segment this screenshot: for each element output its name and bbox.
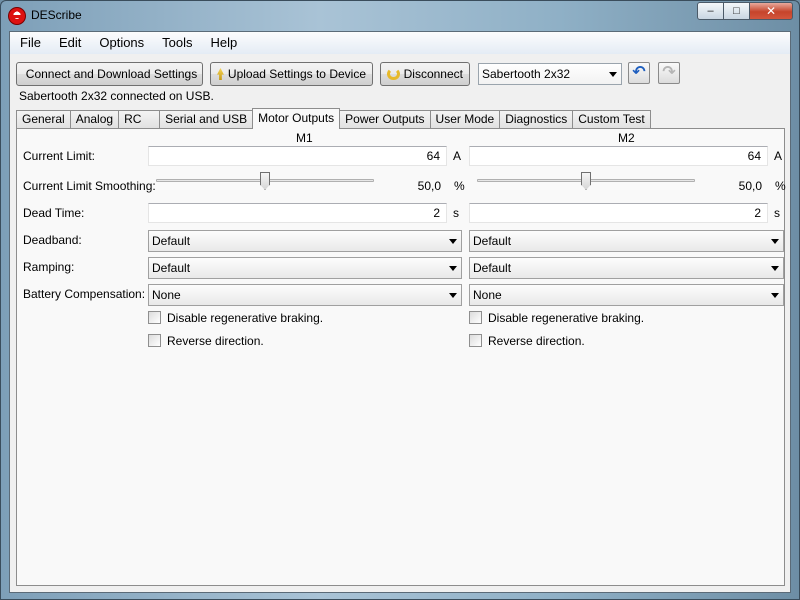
tab-general[interactable]: General	[16, 110, 71, 128]
m1-dead-time-unit: s	[453, 206, 459, 220]
connection-status: Sabertooth 2x32 connected on USB.	[19, 89, 214, 103]
tab-analog[interactable]: Analog	[69, 110, 120, 128]
m2-smoothing-slider[interactable]	[581, 172, 591, 190]
m2-deadband-select[interactable]: Default	[469, 230, 784, 252]
caption-buttons: – □ ✕	[697, 2, 793, 20]
tab-custom-test[interactable]: Custom Test	[572, 110, 651, 128]
m2-battery-select[interactable]: None	[469, 284, 784, 306]
undo-icon: ↶	[632, 64, 646, 81]
menu-help[interactable]: Help	[203, 32, 246, 54]
ramping-label: Ramping:	[23, 260, 75, 274]
minimize-button[interactable]: –	[697, 2, 724, 20]
m1-battery-select[interactable]: None	[148, 284, 462, 306]
redo-icon: ↷	[662, 64, 676, 81]
menu-options[interactable]: Options	[91, 32, 152, 54]
m1-disable-regen-label: Disable regenerative braking.	[167, 311, 324, 325]
upload-settings-button[interactable]: Upload Settings to Device	[210, 62, 373, 86]
motor-outputs-panel: M1 M2 Current Limit: 64 A 64 A Current L…	[16, 128, 786, 586]
dropdown-arrow-icon	[449, 266, 457, 271]
dropdown-arrow-icon	[771, 266, 779, 271]
m2-reverse-label: Reverse direction.	[488, 334, 585, 348]
m2-dead-time-unit: s	[774, 206, 780, 220]
device-select[interactable]: Sabertooth 2x32	[478, 63, 622, 85]
disconnect-button[interactable]: Disconnect	[380, 62, 470, 86]
client-area: File Edit Options Tools Help Connect and…	[9, 31, 791, 593]
window-title: DEScribe	[31, 8, 82, 22]
close-button[interactable]: ✕	[749, 2, 793, 20]
m1-smoothing-value: 50,0	[417, 179, 441, 193]
upload-arrow-icon	[217, 68, 224, 80]
m2-smoothing-unit: %	[775, 179, 786, 193]
m1-smoothing-slider[interactable]	[260, 172, 270, 190]
tab-motor-outputs[interactable]: Motor Outputs	[252, 108, 341, 129]
menu-tools[interactable]: Tools	[154, 32, 200, 54]
maximize-button[interactable]: □	[723, 2, 750, 20]
m2-ramping-select[interactable]: Default	[469, 257, 784, 279]
m1-current-limit-input[interactable]: 64	[148, 146, 447, 166]
tab-strip: General Analog RC Serial and USB Motor O…	[16, 108, 651, 129]
m2-disable-regen-checkbox[interactable]	[469, 311, 482, 324]
tab-rc[interactable]: RC	[118, 110, 161, 128]
redo-button[interactable]: ↷	[658, 62, 680, 84]
m2-reverse-checkbox[interactable]	[469, 334, 482, 347]
dropdown-arrow-icon	[449, 239, 457, 244]
m1-deadband-select[interactable]: Default	[148, 230, 462, 252]
tab-serial-usb[interactable]: Serial and USB	[159, 110, 254, 128]
m2-current-unit: A	[774, 149, 783, 163]
battery-compensation-label: Battery Compensation:	[23, 287, 146, 301]
dropdown-arrow-icon	[771, 293, 779, 298]
m2-disable-regen-label: Disable regenerative braking.	[488, 311, 645, 325]
m1-dead-time-input[interactable]: 2	[148, 203, 447, 223]
dropdown-arrow-icon	[609, 72, 617, 77]
minimize-icon: –	[707, 5, 714, 17]
disconnect-icon	[387, 68, 400, 80]
dropdown-arrow-icon	[449, 293, 457, 298]
smoothing-label: Current Limit Smoothing:	[23, 179, 156, 193]
m2-current-limit-input[interactable]: 64	[469, 146, 768, 166]
tab-user-mode[interactable]: User Mode	[429, 110, 501, 128]
m1-current-unit: A	[453, 149, 462, 163]
m2-dead-time-input[interactable]: 2	[469, 203, 768, 223]
undo-button[interactable]: ↶	[628, 62, 650, 84]
menu-file[interactable]: File	[12, 32, 49, 54]
menu-bar: File Edit Options Tools Help	[10, 32, 790, 54]
m2-smoothing-value: 50,0	[738, 179, 762, 193]
dropdown-arrow-icon	[771, 239, 779, 244]
tab-power-outputs[interactable]: Power Outputs	[339, 110, 431, 128]
tab-diagnostics[interactable]: Diagnostics	[499, 110, 574, 128]
menu-edit[interactable]: Edit	[51, 32, 89, 54]
app-logo-icon	[8, 7, 26, 25]
m1-disable-regen-checkbox[interactable]	[148, 311, 161, 324]
deadband-label: Deadband:	[23, 233, 82, 247]
m1-smoothing-unit: %	[454, 179, 465, 193]
connect-download-button[interactable]: Connect and Download Settings	[16, 62, 203, 86]
m1-reverse-label: Reverse direction.	[167, 334, 264, 348]
m2-header: M2	[618, 131, 635, 145]
app-window: DEScribe – □ ✕ File Edit Options Tools H…	[0, 0, 800, 600]
dead-time-label: Dead Time:	[23, 206, 85, 220]
m1-ramping-select[interactable]: Default	[148, 257, 462, 279]
current-limit-label: Current Limit:	[23, 149, 96, 163]
close-icon: ✕	[765, 4, 777, 18]
m1-reverse-checkbox[interactable]	[148, 334, 161, 347]
title-bar[interactable]: DEScribe – □ ✕	[1, 1, 799, 31]
maximize-icon: □	[733, 5, 740, 17]
m1-header: M1	[296, 131, 313, 145]
